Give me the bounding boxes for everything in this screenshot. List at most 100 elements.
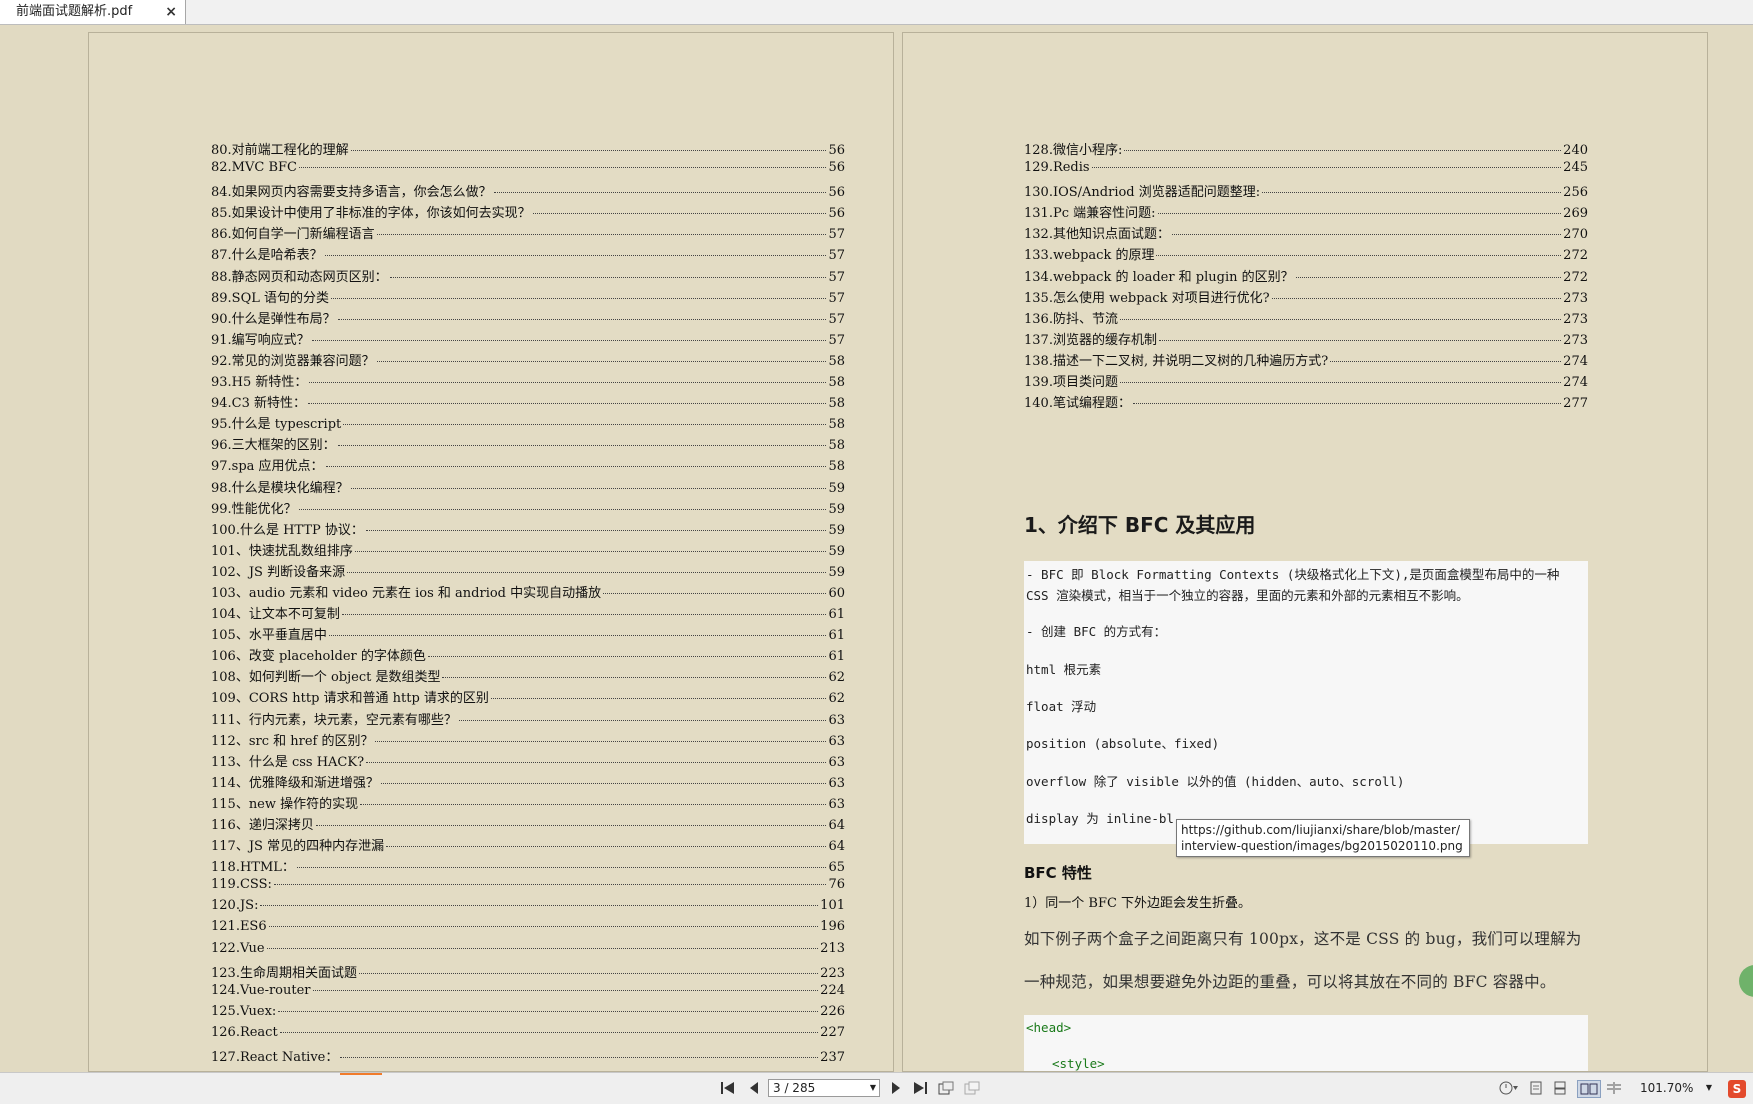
- toc-entry[interactable]: 112、src 和 href 的区别？ 63: [211, 730, 845, 751]
- toc-entry[interactable]: 100.什么是 HTTP 协议： 59: [211, 519, 845, 540]
- toc-entry[interactable]: 113、什么是 css HACK? 63: [211, 751, 845, 772]
- toc-entry-title: 140.笔试编程题：: [1024, 396, 1131, 412]
- toc-entry[interactable]: 134.webpack 的 loader 和 plugin 的区别？ 272: [1024, 266, 1588, 287]
- toc-entry-title: 91.编写响应式？: [211, 332, 310, 348]
- toc-entry-page: 224: [820, 982, 845, 998]
- toc-entry[interactable]: 131.Pc 端兼容性问题: 269: [1024, 202, 1588, 223]
- toc-entry[interactable]: 129.Redis 245: [1024, 160, 1588, 181]
- toc-entry[interactable]: 85.如果设计中使用了非标准的字体，你该如何去实现？ 56: [211, 202, 845, 223]
- toc-entry[interactable]: 87.什么是哈希表？ 57: [211, 244, 845, 265]
- toc-entry[interactable]: 121.ES6 196: [211, 919, 845, 940]
- toc-leader-dots: [279, 1031, 819, 1033]
- two-page-icon[interactable]: [1577, 1080, 1601, 1098]
- toc-entry[interactable]: 95.什么是 typescript 58: [211, 413, 845, 434]
- toc-entry[interactable]: 124.Vue-router 224: [211, 983, 845, 1004]
- toc-entry-title: 106、改变 placeholder 的字体颜色: [211, 649, 426, 665]
- toc-entry-page: 61: [828, 628, 845, 644]
- toc-entry-title: 80.对前端工程化的理解: [211, 143, 349, 158]
- toc-entry-title: 108、如何判断一个 object 是数组类型: [211, 670, 441, 686]
- toc-entry-page: 61: [828, 649, 845, 665]
- toc-entry[interactable]: 111、行内元素，块元素，空元素有哪些？ 63: [211, 709, 845, 730]
- fit-page-icon[interactable]: [963, 1080, 981, 1096]
- toc-entry[interactable]: 80.对前端工程化的理解 56: [211, 139, 845, 160]
- toc-entry[interactable]: 105、水平垂直居中 61: [211, 624, 845, 645]
- toc-entry[interactable]: 108、如何判断一个 object 是数组类型 62: [211, 666, 845, 687]
- toc-entry-title: 119.CSS:: [211, 877, 272, 893]
- toc-entry[interactable]: 125.Vuex: 226: [211, 1004, 845, 1025]
- next-page-icon[interactable]: [887, 1080, 905, 1096]
- toc-leader-dots: [380, 782, 827, 784]
- chevron-down-icon[interactable]: ▼: [1706, 1079, 1712, 1097]
- toc-entry[interactable]: 135.怎么使用 webpack 对项目进行优化? 273: [1024, 287, 1588, 308]
- toc-entry-page: 270: [1563, 227, 1588, 243]
- toc-entry[interactable]: 123.生命周期相关面试题 223: [211, 962, 845, 983]
- continuous-page-icon[interactable]: [1551, 1080, 1569, 1096]
- toc-entry[interactable]: 138.描述一下二叉树, 并说明二叉树的几种遍历方式? 274: [1024, 350, 1588, 371]
- toc-entry[interactable]: 116、递归深拷贝 64: [211, 814, 845, 835]
- toc-entry[interactable]: 132.其他知识点面试题： 270: [1024, 223, 1588, 244]
- toc-entry[interactable]: 104、让文本不可复制 61: [211, 603, 845, 624]
- toc-entry[interactable]: 136.防抖、节流 273: [1024, 308, 1588, 329]
- toc-entry[interactable]: 139.项目类问题 274: [1024, 371, 1588, 392]
- toc-entry[interactable]: 106、改变 placeholder 的字体颜色 61: [211, 645, 845, 666]
- toc-leader-dots: [1124, 150, 1562, 151]
- toc-entry-page: 273: [1563, 290, 1588, 306]
- toc-entry[interactable]: 94.C3 新特性： 58: [211, 392, 845, 413]
- toc-entry[interactable]: 128.微信小程序: 240: [1024, 139, 1588, 160]
- floating-assistant-icon[interactable]: [1739, 965, 1753, 997]
- code-line: overflow 除了 visible 以外的值 (hidden、auto、sc…: [1026, 774, 1405, 789]
- toc-entry-page: 63: [828, 796, 845, 812]
- toc-entry-title: 89.SQL 语句的分类: [211, 290, 330, 306]
- toc-entry[interactable]: 99.性能优化？ 59: [211, 498, 845, 519]
- chevron-down-icon[interactable]: ▼: [870, 1080, 876, 1096]
- book-view-icon[interactable]: [1605, 1080, 1623, 1096]
- toc-entry-title: 93.H5 新特性：: [211, 375, 308, 391]
- toc-entry[interactable]: 120.JS: 101: [211, 898, 845, 919]
- auto-scroll-icon[interactable]: [1498, 1080, 1520, 1096]
- toc-entry[interactable]: 133.webpack 的原理 272: [1024, 244, 1588, 265]
- toc-entry[interactable]: 126.React 227: [211, 1025, 845, 1046]
- toc-entry[interactable]: 122.Vue 213: [211, 941, 845, 962]
- toc-entry[interactable]: 109、CORS http 请求和普通 http 请求的区别 62: [211, 687, 845, 708]
- toc-entry[interactable]: 137.浏览器的缓存机制 273: [1024, 329, 1588, 350]
- toc-entry[interactable]: 89.SQL 语句的分类 57: [211, 287, 845, 308]
- toc-entry[interactable]: 117、JS 常见的四种内存泄漏 64: [211, 835, 845, 856]
- toc-entry[interactable]: 90.什么是弹性布局？ 57: [211, 308, 845, 329]
- toc-entry[interactable]: 84.如果网页内容需要支持多语言，你会怎么做？ 56: [211, 181, 845, 202]
- toc-entry[interactable]: 88.静态网页和动态网页区别： 57: [211, 266, 845, 287]
- zoom-select[interactable]: 101.70% ▼: [1640, 1079, 1712, 1097]
- toc-entry[interactable]: 86.如何自学一门新编程语言 57: [211, 223, 845, 244]
- toc-entry[interactable]: 119.CSS: 76: [211, 877, 845, 898]
- last-page-icon[interactable]: [911, 1080, 929, 1096]
- toc-entry[interactable]: 103、audio 元素和 video 元素在 ios 和 andriod 中实…: [211, 582, 845, 603]
- toc-leader-dots: [1091, 167, 1562, 169]
- toc-entry[interactable]: 102、JS 判断设备来源 59: [211, 561, 845, 582]
- toc-entry[interactable]: 127.React Native： 237: [211, 1046, 845, 1067]
- toc-entry[interactable]: 140.笔试编程题： 277: [1024, 392, 1588, 413]
- toc-entry[interactable]: 101、快速扰乱数组排序 59: [211, 540, 845, 561]
- toc-entry[interactable]: 92.常见的浏览器兼容问题？ 58: [211, 350, 845, 371]
- toc-entry-title: 135.怎么使用 webpack 对项目进行优化?: [1024, 290, 1270, 306]
- single-page-icon[interactable]: [1527, 1080, 1545, 1096]
- toc-entry-title: 112、src 和 href 的区别？: [211, 733, 374, 749]
- document-tab[interactable]: 前端面试题解析.pdf ×: [0, 0, 186, 24]
- prev-page-icon[interactable]: [745, 1080, 763, 1096]
- toc-entry[interactable]: 114、优雅降级和渐进增强？ 63: [211, 772, 845, 793]
- toc-entry[interactable]: 93.H5 新特性： 58: [211, 371, 845, 392]
- rotate-page-icon[interactable]: [937, 1080, 955, 1096]
- app-logo-icon[interactable]: S: [1728, 1080, 1746, 1098]
- toc-entry[interactable]: 118.HTML： 65: [211, 856, 845, 877]
- toc-entry[interactable]: 115、new 操作符的实现 63: [211, 793, 845, 814]
- toc-entry-page: 57: [828, 248, 845, 264]
- page-number-input[interactable]: 3 / 285 ▼: [768, 1079, 880, 1097]
- toc-entry[interactable]: 91.编写响应式？ 57: [211, 329, 845, 350]
- document-viewer[interactable]: 80.对前端工程化的理解 56 82.MVC BFC 56 84.如果网页内容需要支持多…: [0, 25, 1753, 1072]
- toc-entry[interactable]: 82.MVC BFC 56: [211, 160, 845, 181]
- toc-entry[interactable]: 130.IOS/Andriod 浏览器适配问题整理: 256: [1024, 181, 1588, 202]
- toc-entry[interactable]: 96.三大框架的区别： 58: [211, 434, 845, 455]
- close-icon[interactable]: ×: [165, 0, 177, 24]
- toc-entry[interactable]: 98.什么是模块化编程？ 59: [211, 477, 845, 498]
- toc-entry[interactable]: 97.spa 应用优点： 58: [211, 455, 845, 476]
- toc-entry-page: 226: [820, 1003, 845, 1019]
- first-page-icon[interactable]: [719, 1080, 737, 1096]
